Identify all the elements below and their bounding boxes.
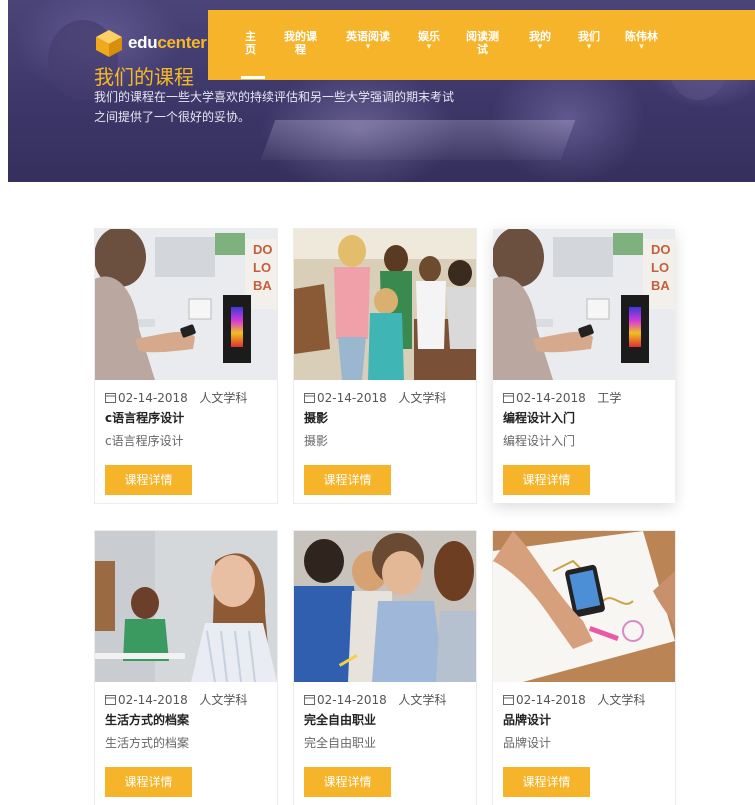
course-title[interactable]: c语言程序设计: [105, 409, 184, 426]
nav-item-entertainment[interactable]: 娱乐 ▾: [418, 30, 440, 52]
course-image: [95, 531, 277, 682]
nav-item-english-reading[interactable]: 英语阅读 ▾: [346, 30, 390, 52]
chevron-down-icon: ▾: [537, 42, 543, 52]
site-logo[interactable]: educenter: [94, 28, 207, 58]
course-card[interactable]: 02-14-2018 人文学科 摄影 摄影 课程详情: [294, 229, 476, 503]
chevron-down-icon: ▾: [639, 42, 644, 52]
svg-text:BA: BA: [253, 278, 272, 293]
nav-item-mine[interactable]: 我的 ▾: [529, 30, 551, 52]
course-date: 02-14-2018: [317, 692, 387, 707]
course-image: DO LO BA: [95, 229, 277, 380]
course-meta: 02-14-2018 人文学科: [105, 691, 247, 708]
calendar-icon: [105, 393, 116, 403]
chevron-down-icon: ▾: [586, 42, 592, 52]
nav-item-reading-test[interactable]: 阅读测试: [466, 30, 499, 56]
logo-cube-icon: [96, 30, 122, 57]
nav-item-home[interactable]: 主页: [245, 30, 256, 56]
course-meta: 02-14-2018 人文学科: [304, 691, 446, 708]
nav-item-about-us[interactable]: 我们 ▾: [578, 30, 600, 52]
page-description: 我们的课程在一些大学喜欢的持续评估和另一些大学强调的期末考试 之间提供了一个很好…: [94, 90, 455, 124]
course-meta: 02-14-2018 人文学科: [105, 389, 247, 406]
course-details-button[interactable]: 课程详情: [304, 767, 391, 797]
course-meta: 02-14-2018 人文学科: [304, 389, 446, 406]
course-card[interactable]: 02-14-2018 人文学科 完全自由职业 完全自由职业 课程详情: [294, 531, 476, 805]
nav-item-user[interactable]: 陈伟林 ▾: [625, 30, 658, 52]
course-subtitle: 编程设计入门: [503, 434, 576, 448]
course-image: [493, 531, 675, 682]
course-category: 人文学科: [597, 693, 646, 707]
course-category: 人文学科: [199, 693, 248, 707]
calendar-icon: [304, 393, 315, 403]
course-title[interactable]: 摄影: [304, 409, 328, 426]
course-subtitle: c语言程序设计: [105, 434, 184, 448]
course-image: [294, 229, 476, 380]
course-subtitle: 完全自由职业: [304, 736, 377, 750]
svg-text:LO: LO: [253, 260, 271, 275]
calendar-icon: [503, 393, 514, 403]
course-details-button[interactable]: 课程详情: [304, 465, 391, 495]
course-title[interactable]: 品牌设计: [503, 711, 551, 728]
course-details-button[interactable]: 课程详情: [503, 767, 590, 797]
course-card[interactable]: DO LO BA 02-14-2018 人文学科 c语言程序设计 c语言程序设计…: [95, 229, 277, 503]
course-subtitle: 品牌设计: [503, 736, 552, 750]
course-card[interactable]: 02-14-2018 人文学科 生活方式的档案 生活方式的档案 课程详情: [95, 531, 277, 805]
nav-item-my-courses[interactable]: 我的课程: [284, 30, 317, 56]
calendar-icon: [304, 695, 315, 705]
course-date: 02-14-2018: [118, 692, 188, 707]
course-image: [294, 531, 476, 682]
main-nav: 主页 我的课程 英语阅读 ▾ 娱乐 ▾ 阅读测试 我的 ▾ 我们 ▾ 陈伟林 ▾: [208, 10, 755, 80]
chevron-down-icon: ▾: [365, 42, 371, 52]
course-category: 人文学科: [398, 693, 447, 707]
page-title: 我们的课程: [94, 65, 194, 89]
svg-text:DO: DO: [651, 242, 671, 257]
course-subtitle: 摄影: [304, 434, 329, 448]
course-date: 02-14-2018: [516, 390, 586, 405]
course-title[interactable]: 完全自由职业: [304, 711, 376, 728]
course-date: 02-14-2018: [317, 390, 387, 405]
calendar-icon: [503, 695, 514, 705]
course-card[interactable]: 02-14-2018 人文学科 品牌设计 品牌设计 课程详情: [493, 531, 675, 805]
nav-active-indicator: [241, 76, 265, 79]
logo-text: educenter: [128, 33, 207, 52]
svg-text:DO: DO: [253, 242, 273, 257]
course-subtitle: 生活方式的档案: [105, 736, 190, 750]
course-details-button[interactable]: 课程详情: [105, 767, 192, 797]
course-date: 02-14-2018: [516, 692, 586, 707]
course-date: 02-14-2018: [118, 390, 188, 405]
svg-text:LO: LO: [651, 260, 669, 275]
course-details-button[interactable]: 课程详情: [105, 465, 192, 495]
course-category: 人文学科: [199, 391, 248, 405]
course-title[interactable]: 编程设计入门: [503, 409, 575, 426]
svg-text:BA: BA: [651, 278, 670, 293]
course-image: DO LO BA: [493, 229, 675, 380]
course-details-button[interactable]: 课程详情: [503, 465, 590, 495]
chevron-down-icon: ▾: [426, 42, 432, 52]
course-category: 人文学科: [398, 391, 447, 405]
course-title[interactable]: 生活方式的档案: [105, 711, 189, 728]
course-category: 工学: [597, 391, 622, 405]
course-card[interactable]: DO LO BA 02-14-2018 工学 编程设计入门 编程设计入门 课程详…: [493, 229, 675, 503]
course-meta: 02-14-2018 工学: [503, 389, 621, 406]
course-meta: 02-14-2018 人文学科: [503, 691, 645, 708]
calendar-icon: [105, 695, 116, 705]
